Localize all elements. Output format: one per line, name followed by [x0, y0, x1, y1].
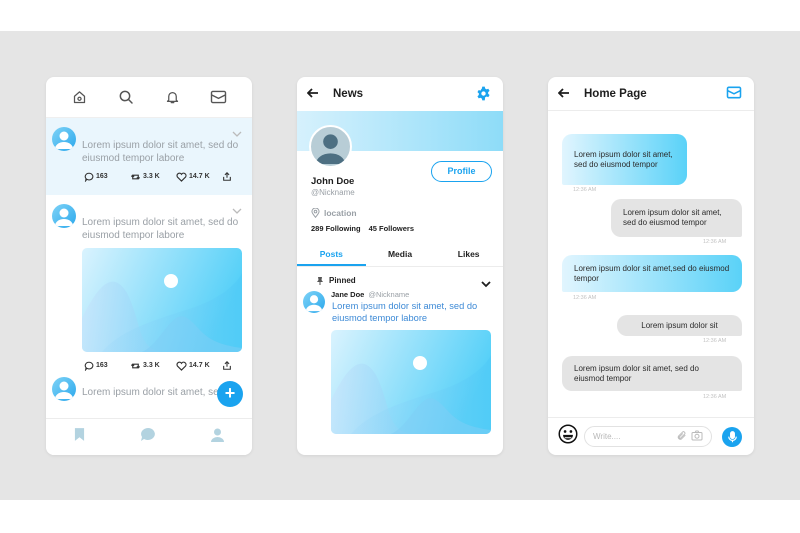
- back-arrow-icon[interactable]: [557, 85, 570, 103]
- followers-count[interactable]: 45 Followers: [369, 224, 414, 233]
- chat-header: Home Page: [548, 77, 754, 111]
- message-input[interactable]: Write....: [584, 426, 712, 447]
- bottom-nav: [46, 418, 252, 455]
- message-timestamp: 12:36 AM: [703, 239, 727, 245]
- message-bubble-outgoing[interactable]: Lorem ipsum dolor sit amet, sed do eiusm…: [611, 199, 742, 237]
- follow-stats: 289 Following 45 Followers: [311, 224, 414, 233]
- chevron-down-icon[interactable]: [232, 124, 242, 142]
- tweet-text: Lorem ipsum dolor sit amet, sed do eiusm…: [82, 140, 239, 164]
- share-button[interactable]: [222, 171, 232, 182]
- retweet-icon: [130, 362, 141, 369]
- bookmark-icon[interactable]: [74, 428, 85, 446]
- tab-media[interactable]: Media: [366, 243, 435, 266]
- message-timestamp: 12:36 AM: [703, 338, 727, 344]
- tab-posts[interactable]: Posts: [297, 243, 366, 266]
- chevron-down-icon[interactable]: [232, 201, 242, 219]
- avatar[interactable]: [52, 204, 76, 228]
- post-author-handle: @Nickname: [368, 290, 410, 299]
- profile-nickname: @Nickname: [311, 188, 355, 197]
- message-composer: Write....: [548, 417, 754, 455]
- heart-icon: [176, 361, 187, 371]
- avatar[interactable]: [52, 127, 76, 151]
- pinned-label: Pinned: [317, 276, 356, 285]
- message-bubble-outgoing[interactable]: Lorem ipsum dolor sit: [617, 315, 742, 336]
- compose-button[interactable]: +: [217, 381, 243, 407]
- tweet-actions: 163 3.3 K 14.7 K: [84, 171, 242, 182]
- retweet-button[interactable]: 3.3 K: [130, 361, 176, 371]
- share-icon: [223, 360, 231, 370]
- like-button[interactable]: 14.7 K: [176, 361, 222, 371]
- comment-icon: [84, 361, 94, 371]
- profile-screen: News Profile John Doe @Nickname location…: [297, 77, 503, 455]
- profile-tabs: Posts Media Likes: [297, 243, 503, 267]
- chat-screen: Home Page Lorem ipsum dolor sit amet, se…: [548, 77, 754, 455]
- tweet-actions: 163 3.3 K 14.7 K: [84, 360, 242, 371]
- mail-icon[interactable]: [209, 87, 229, 107]
- heart-icon: [176, 172, 187, 182]
- profile-location: location: [311, 208, 357, 218]
- message-timestamp: 12:36 AM: [573, 187, 597, 193]
- like-button[interactable]: 14.7 K: [176, 172, 222, 182]
- back-arrow-icon[interactable]: [306, 85, 319, 103]
- post-author-name[interactable]: Jane Doe: [331, 290, 364, 299]
- chevron-down-icon[interactable]: [481, 275, 491, 293]
- retweet-icon: [130, 173, 141, 180]
- microphone-button[interactable]: [722, 426, 742, 447]
- tweet-item[interactable]: Lorem ipsum dolor sit amet, sed do eiusm…: [46, 118, 252, 195]
- chat-bubble-icon[interactable]: [141, 428, 155, 446]
- message-timestamp: 12:36 AM: [573, 295, 597, 301]
- emoji-icon[interactable]: [558, 424, 578, 449]
- bell-icon[interactable]: [162, 87, 182, 107]
- reply-button[interactable]: 163: [84, 172, 130, 182]
- home-icon[interactable]: [69, 87, 89, 107]
- camera-icon[interactable]: [691, 430, 703, 443]
- paperclip-icon[interactable]: [677, 430, 687, 443]
- feed-screen: Lorem ipsum dolor sit amet, sed do eiusm…: [46, 77, 252, 455]
- tweet-item[interactable]: Lorem ipsum dolor sit amet, sed do eiusm…: [46, 195, 252, 377]
- microphone-icon: [727, 430, 737, 442]
- profile-header: News: [297, 77, 503, 111]
- message-input-placeholder: Write....: [593, 432, 621, 441]
- following-count[interactable]: 289 Following: [311, 224, 361, 233]
- profile-avatar[interactable]: [309, 125, 352, 168]
- post-text: Lorem ipsum dolor sit amet, sed do eiusm…: [332, 301, 478, 323]
- page-title: News: [333, 88, 364, 100]
- share-button[interactable]: [222, 360, 232, 371]
- location-pin-icon: [311, 208, 320, 218]
- post-image[interactable]: [331, 330, 491, 434]
- tab-likes[interactable]: Likes: [434, 243, 503, 266]
- profile-button[interactable]: Profile: [431, 161, 492, 182]
- tweet-text: Lorem ipsum dolor sit amet, sed do eiusm…: [82, 217, 239, 241]
- retweet-button[interactable]: 3.3 K: [130, 172, 176, 182]
- share-icon: [223, 171, 231, 181]
- message-bubble-incoming[interactable]: Lorem ipsum dolor sit amet,sed do eiusmo…: [562, 255, 742, 292]
- comment-icon: [84, 172, 94, 182]
- message-timestamp: 12:36 AM: [703, 394, 727, 400]
- gear-icon[interactable]: [476, 86, 491, 106]
- message-bubble-incoming[interactable]: Lorem ipsum dolor sit amet, sed do eiusm…: [562, 134, 687, 185]
- mail-icon[interactable]: [726, 86, 742, 104]
- search-icon[interactable]: [116, 87, 136, 107]
- user-icon[interactable]: [211, 428, 224, 447]
- post-author: Jane Doe @Nickname: [331, 290, 409, 299]
- profile-name: John Doe: [311, 176, 355, 187]
- avatar[interactable]: [303, 291, 325, 313]
- tweet-image[interactable]: [82, 248, 242, 352]
- pin-icon: [317, 276, 323, 285]
- page-title: Home Page: [584, 87, 647, 100]
- avatar[interactable]: [52, 377, 76, 401]
- message-bubble-outgoing[interactable]: Lorem ipsum dolor sit amet, sed do eiusm…: [562, 356, 742, 391]
- reply-button[interactable]: 163: [84, 361, 130, 371]
- top-nav: [46, 77, 252, 118]
